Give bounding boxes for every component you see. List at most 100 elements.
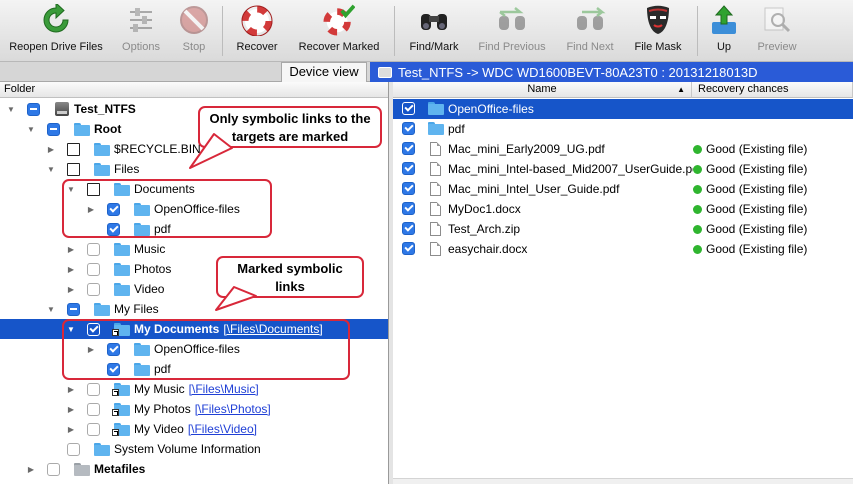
good-status-icon (693, 145, 702, 154)
up-label: Up (716, 41, 732, 53)
preview-button[interactable]: Preview (752, 4, 802, 60)
options-label: Options (122, 41, 160, 53)
annotation-arrows (189, 133, 257, 311)
binoculars-left-icon (496, 4, 528, 36)
file-mask-label: File Mask (634, 41, 682, 53)
good-status-icon (693, 245, 702, 254)
pdf-file-icon (430, 162, 441, 176)
find-mark-label: Find/Mark (409, 41, 459, 53)
mask-icon (642, 4, 674, 36)
recover-marked-label: Recover Marked (298, 41, 380, 53)
file-row-selected[interactable]: OpenOffice-files (393, 99, 853, 119)
file-name: Mac_mini_Intel-based_Mid2007_UserGuide.p… (448, 162, 693, 176)
sort-ascending-icon: ▲ (677, 85, 685, 94)
find-mark-button[interactable]: Find/Mark (404, 4, 464, 60)
file-checkbox[interactable] (402, 202, 415, 215)
find-previous-button[interactable]: Find Previous (474, 4, 550, 60)
file-row[interactable]: pdf (393, 119, 853, 139)
up-button[interactable]: Up (706, 4, 742, 60)
docx-file-icon (430, 202, 441, 216)
file-name: Mac_mini_Early2009_UG.pdf (448, 142, 605, 156)
tab-strip: Device view Test_NTFS -> WDC WD1600BEVT-… (0, 62, 853, 82)
recovery-status: Good (Existing file) (693, 162, 807, 176)
lifebuoy-icon (241, 4, 273, 36)
docx-file-icon (430, 242, 441, 256)
file-name: MyDoc1.docx (448, 202, 521, 216)
recovery-status: Good (Existing file) (693, 142, 807, 156)
recover-marked-button[interactable]: Recover Marked (294, 4, 384, 60)
good-status-icon (693, 185, 702, 194)
file-checkbox[interactable] (402, 242, 415, 255)
pdf-file-icon (430, 142, 441, 156)
find-previous-label: Find Previous (478, 41, 546, 53)
file-name: Test_Arch.zip (448, 222, 521, 236)
file-row[interactable]: Test_Arch.zip Good (Existing file) (393, 219, 853, 239)
column-header-recovery[interactable]: Recovery chances (692, 82, 853, 98)
good-status-icon (693, 205, 702, 214)
recovery-status-text: Good (Existing file) (706, 202, 808, 216)
tab-device-view[interactable]: Device view (281, 62, 367, 82)
file-name: pdf (448, 122, 465, 136)
up-arrow-icon (708, 4, 740, 36)
reopen-drive-files-button[interactable]: Reopen Drive Files (5, 4, 107, 60)
options-button[interactable]: Options (118, 4, 164, 60)
good-status-icon (693, 165, 702, 174)
toolbar-separator (394, 6, 395, 56)
binoculars-icon (418, 4, 450, 36)
recovery-status-text: Good (Existing file) (706, 162, 808, 176)
stop-icon (178, 4, 210, 36)
column-header-name[interactable]: Name ▲ (393, 82, 692, 98)
recover-label: Recover (236, 41, 278, 53)
file-name: Mac_mini_Intel_User_Guide.pdf (448, 182, 620, 196)
find-next-button[interactable]: Find Next (562, 4, 618, 60)
folder-icon (428, 102, 444, 115)
file-mask-button[interactable]: File Mask (630, 4, 686, 60)
file-list-pane: Name ▲ Recovery chances OpenOffice-files… (393, 82, 853, 484)
recovery-status-text: Good (Existing file) (706, 182, 808, 196)
zip-file-icon (430, 222, 441, 236)
toolbar: Reopen Drive Files Options Stop Recover … (0, 0, 853, 62)
file-row[interactable]: MyDoc1.docx Good (Existing file) (393, 199, 853, 219)
folder-icon (428, 122, 444, 135)
preview-label: Preview (757, 41, 797, 53)
recovery-status: Good (Existing file) (693, 202, 807, 216)
file-checkbox[interactable] (402, 182, 415, 195)
file-name: easychair.docx (448, 242, 528, 256)
file-row[interactable]: Mac_mini_Intel-based_Mid2007_UserGuide.p… (393, 159, 853, 179)
recovery-status: Good (Existing file) (693, 242, 807, 256)
file-checkbox[interactable] (402, 162, 415, 175)
file-checkbox[interactable] (402, 102, 415, 115)
reopen-arrow-icon (40, 4, 72, 36)
column-header-name-label: Name (527, 83, 557, 95)
recovery-status-text: Good (Existing file) (706, 142, 808, 156)
lifebuoy-check-icon (323, 4, 355, 36)
magnifier-icon (761, 4, 793, 36)
file-checkbox[interactable] (402, 142, 415, 155)
find-next-label: Find Next (566, 41, 614, 53)
recovery-status: Good (Existing file) (693, 222, 807, 236)
pdf-file-icon (430, 182, 441, 196)
good-status-icon (693, 225, 702, 234)
stop-label: Stop (182, 41, 206, 53)
folder-tree-pane: Folder ▼ Test_NTFS ▼ Root ▶ $RECYCLE.BIN… (0, 82, 389, 484)
toolbar-separator (697, 6, 698, 56)
recovery-status-text: Good (Existing file) (706, 242, 808, 256)
file-checkbox[interactable] (402, 122, 415, 135)
recovery-status: Good (Existing file) (693, 182, 807, 196)
file-row[interactable]: Mac_mini_Early2009_UG.pdf Good (Existing… (393, 139, 853, 159)
recover-button[interactable]: Recover (232, 4, 282, 60)
file-row[interactable]: Mac_mini_Intel_User_Guide.pdf Good (Exis… (393, 179, 853, 199)
file-row[interactable]: easychair.docx Good (Existing file) (393, 239, 853, 259)
recovery-status-text: Good (Existing file) (706, 222, 808, 236)
reopen-drive-files-label: Reopen Drive Files (9, 41, 103, 53)
file-name: OpenOffice-files (448, 102, 534, 116)
toolbar-separator (222, 6, 223, 56)
stop-button[interactable]: Stop (172, 4, 216, 60)
tab-device-path[interactable]: Test_NTFS -> WDC WD1600BEVT-80A23T0 : 20… (370, 62, 853, 82)
binoculars-right-icon (574, 4, 606, 36)
sliders-icon (125, 4, 157, 36)
drive-icon (378, 66, 392, 78)
device-path-label: Test_NTFS -> WDC WD1600BEVT-80A23T0 : 20… (398, 64, 758, 80)
file-checkbox[interactable] (402, 222, 415, 235)
horizontal-scrollbar[interactable] (393, 478, 853, 484)
